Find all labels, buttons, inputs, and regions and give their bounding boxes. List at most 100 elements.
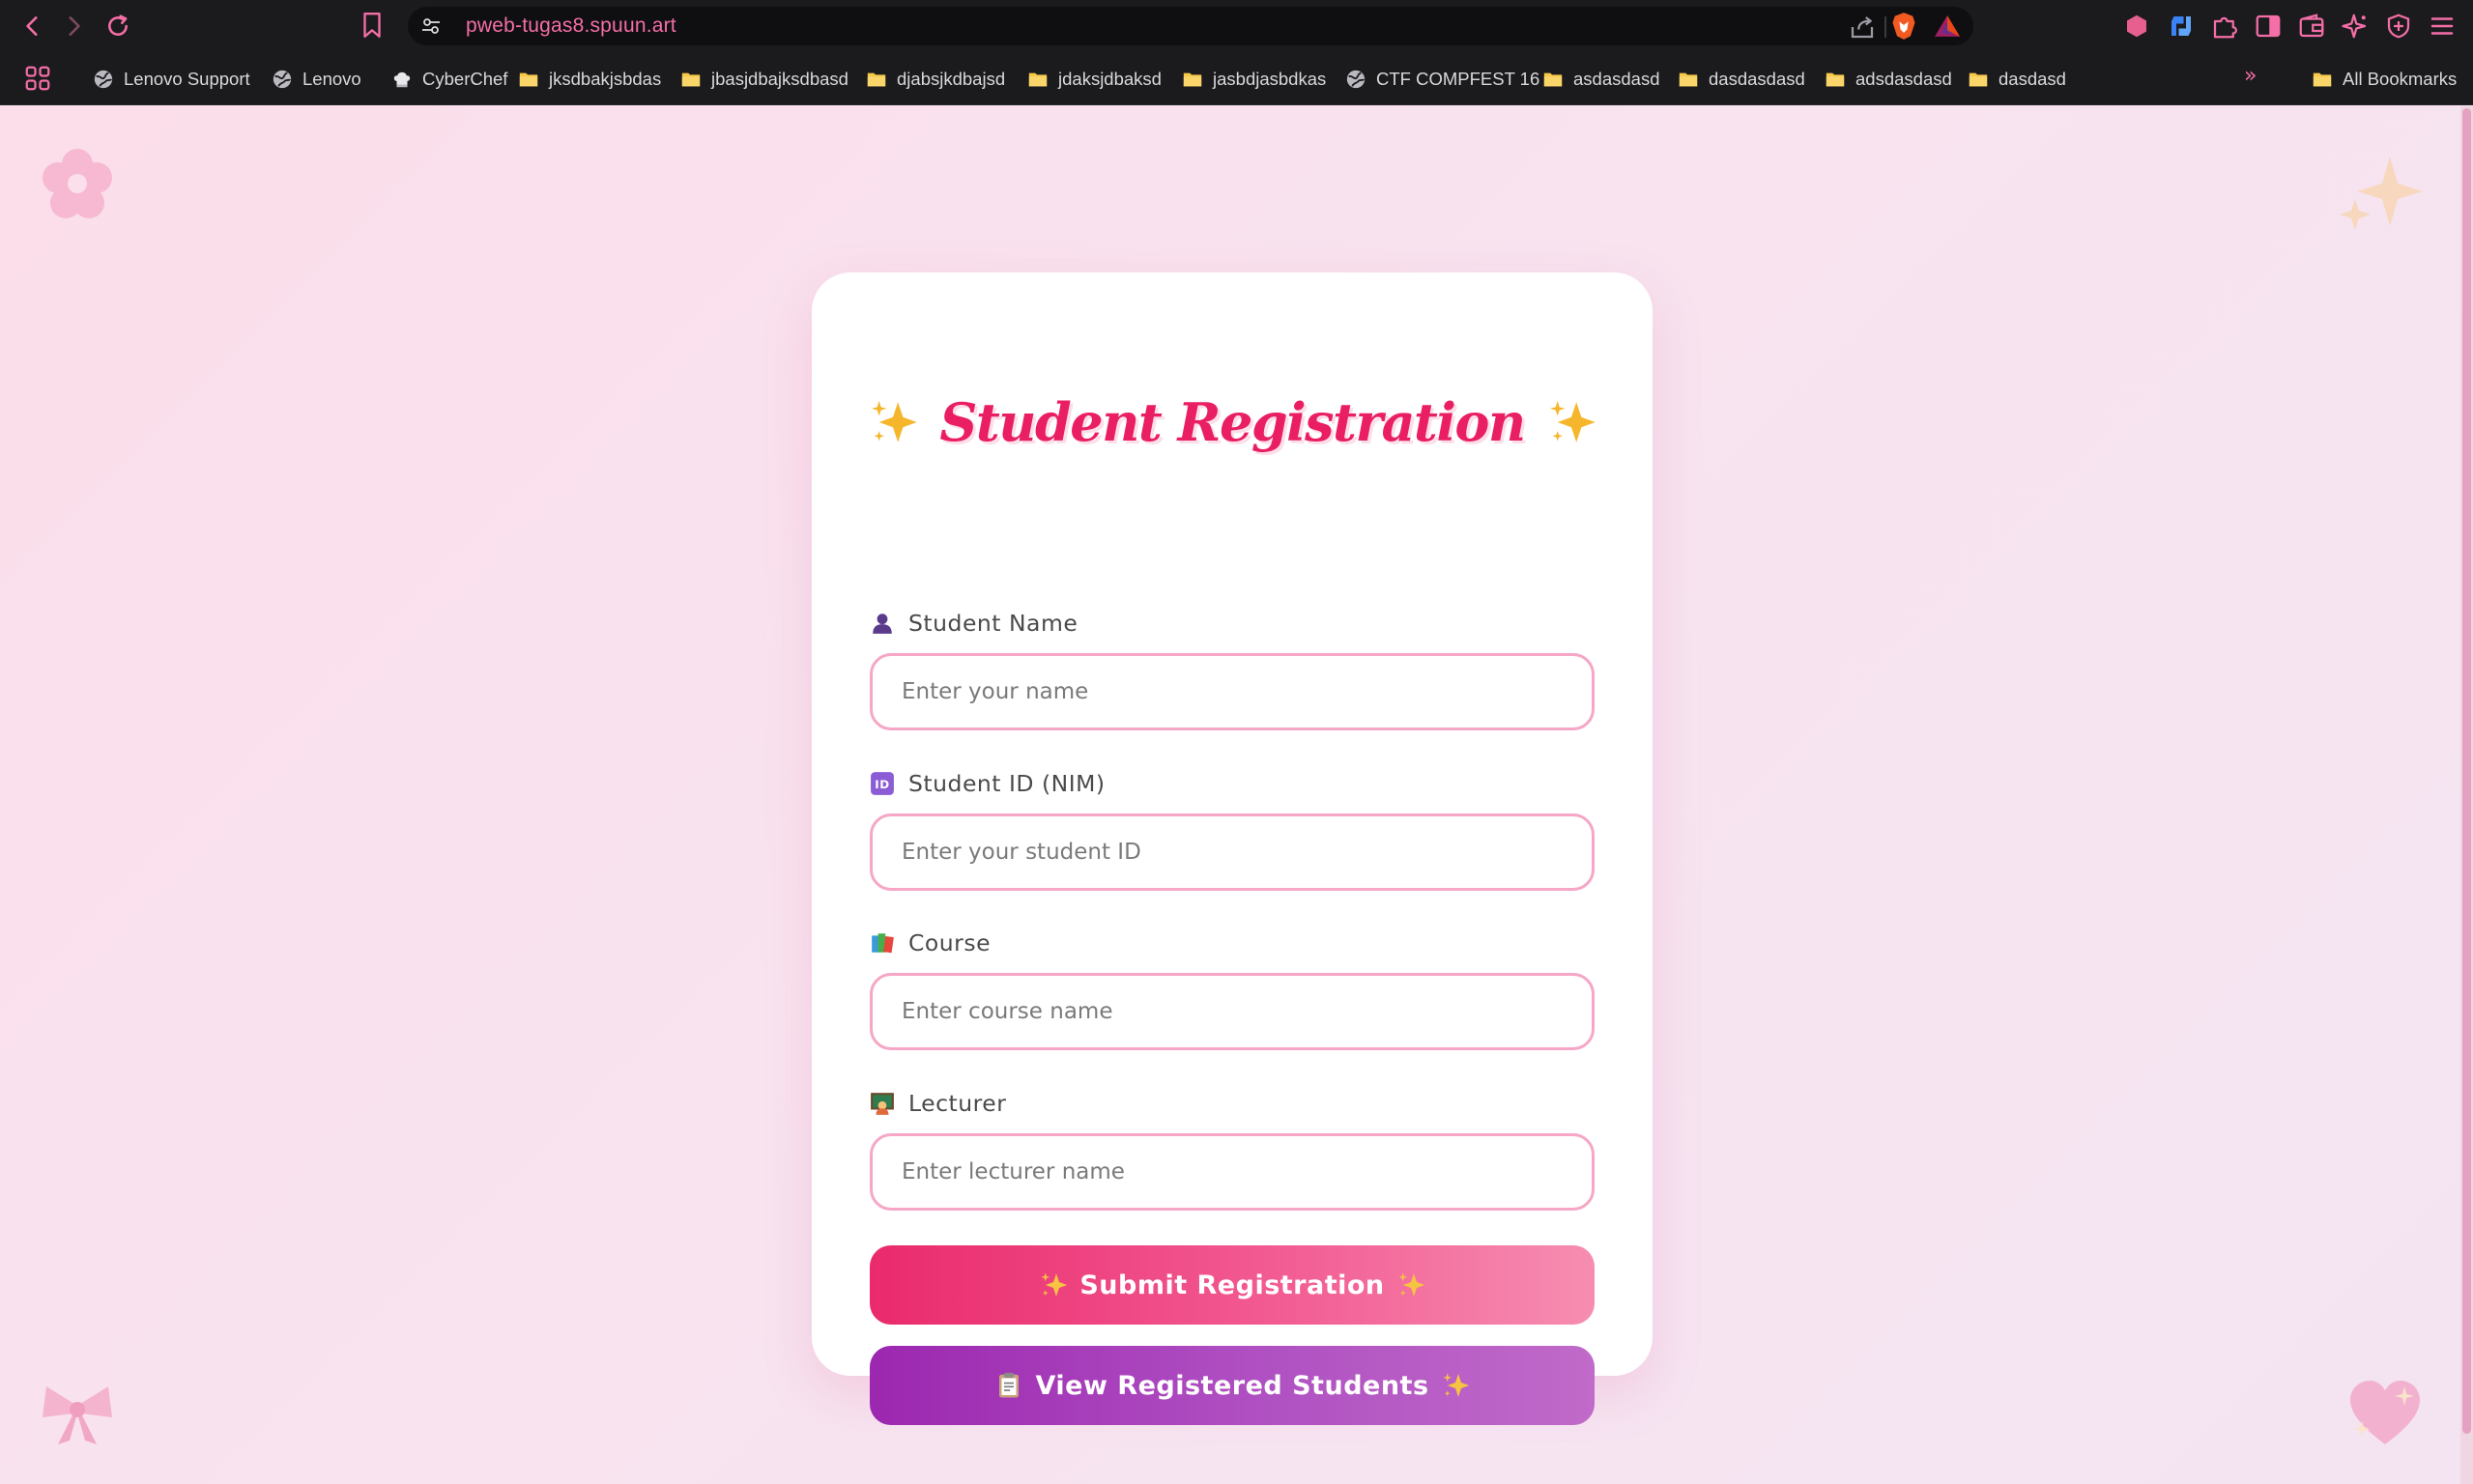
bookmark-label: dasdasdasd bbox=[1709, 69, 1805, 89]
globe-icon bbox=[93, 69, 114, 90]
bookmark-label: CyberChef bbox=[422, 69, 508, 89]
bookmark-label: CTF COMPFEST 16 bbox=[1376, 69, 1540, 89]
sparkle-icon bbox=[1039, 1270, 1068, 1299]
folder-icon bbox=[1968, 69, 1989, 90]
extension-hexagon-icon[interactable] bbox=[2122, 12, 2151, 41]
folder-icon bbox=[1825, 69, 1846, 90]
bookmark-label: Lenovo bbox=[302, 69, 361, 89]
bookmark-item[interactable]: dasdasd bbox=[1968, 66, 2066, 93]
brave-rewards-icon[interactable] bbox=[1933, 14, 1962, 39]
share-icon[interactable] bbox=[1848, 13, 1877, 42]
teacher-icon bbox=[870, 1091, 895, 1116]
label-text: Course bbox=[908, 929, 992, 956]
bookmark-item[interactable]: CTF COMPFEST 16 bbox=[1345, 66, 1539, 93]
url-divider bbox=[1884, 16, 1886, 38]
menu-icon[interactable] bbox=[2428, 12, 2457, 41]
id-badge-icon: ID bbox=[870, 771, 895, 796]
student-name-input[interactable] bbox=[870, 653, 1595, 730]
back-button[interactable] bbox=[15, 9, 50, 43]
chef-hat-icon bbox=[391, 69, 413, 90]
student-name-label: Student Name bbox=[870, 607, 1078, 640]
leo-ai-icon[interactable] bbox=[2341, 12, 2370, 41]
label-text: Lecturer bbox=[908, 1090, 1007, 1117]
bookmark-label: asdasdasd bbox=[1573, 69, 1660, 89]
lecturer-input[interactable] bbox=[870, 1133, 1595, 1211]
bookmark-page-button[interactable] bbox=[359, 11, 390, 42]
submit-label: Submit Registration bbox=[1079, 1270, 1385, 1300]
bookmark-icon bbox=[363, 13, 381, 38]
heart-decoration-icon bbox=[2346, 1378, 2424, 1449]
bookmark-item[interactable]: adsdasdasd bbox=[1825, 66, 1952, 93]
view-registered-students-button[interactable]: View Registered Students bbox=[870, 1346, 1595, 1425]
extension-python-icon[interactable] bbox=[2167, 12, 2196, 41]
bookmark-item[interactable]: jasbdjasbdkas bbox=[1182, 66, 1326, 93]
brave-shields-icon[interactable] bbox=[1890, 12, 1917, 41]
student-id-input[interactable] bbox=[870, 813, 1595, 891]
globe-icon bbox=[1345, 69, 1366, 90]
form-header: Student Registration bbox=[812, 379, 1653, 466]
label-text: Student Name bbox=[908, 610, 1078, 637]
folder-icon bbox=[1027, 69, 1049, 90]
submit-registration-button[interactable]: Submit Registration bbox=[870, 1245, 1595, 1325]
bookmark-item[interactable]: jksdbakjsbdas bbox=[518, 66, 661, 93]
url-text[interactable]: pweb-tugas8.spuun.art bbox=[466, 14, 676, 38]
sidebar-toggle-icon[interactable] bbox=[2254, 12, 2283, 41]
extensions-puzzle-icon[interactable] bbox=[2210, 12, 2239, 41]
view-label: View Registered Students bbox=[1035, 1370, 1429, 1401]
all-bookmarks-label: All Bookmarks bbox=[2343, 69, 2458, 89]
bookmark-label: dasdasd bbox=[1999, 69, 2066, 89]
folder-icon bbox=[1678, 69, 1699, 90]
page-body: Student Registration Student Name ID Stu… bbox=[0, 106, 2460, 1484]
site-settings-icon[interactable] bbox=[419, 14, 443, 38]
bookmark-label: Lenovo Support bbox=[124, 69, 250, 89]
folder-icon bbox=[866, 69, 887, 90]
folder-icon bbox=[680, 69, 702, 90]
ribbon-decoration-icon bbox=[39, 1382, 116, 1449]
bookmark-item[interactable]: jdaksjdbaksd bbox=[1027, 66, 1162, 93]
folder-icon bbox=[1182, 69, 1203, 90]
sparkle-icon bbox=[1441, 1371, 1470, 1400]
bookmark-item[interactable]: asdasdasd bbox=[1542, 66, 1659, 93]
folder-icon bbox=[518, 69, 539, 90]
folder-icon bbox=[1542, 69, 1564, 90]
forward-button[interactable] bbox=[56, 9, 91, 43]
books-icon bbox=[870, 930, 895, 956]
flower-decoration-icon bbox=[39, 145, 116, 222]
browser-toolbar: pweb-tugas8.spuun.art bbox=[0, 0, 2473, 52]
sparkle-icon bbox=[868, 397, 918, 447]
bookmark-label: jbasjdbajksdbasd bbox=[711, 69, 848, 89]
scrollbar-thumb[interactable] bbox=[2462, 108, 2471, 1434]
chevron-left-icon bbox=[26, 16, 38, 36]
bookmark-item[interactable]: Lenovo bbox=[272, 66, 361, 93]
bookmarks-bar: Lenovo Support Lenovo CyberChef jksdbakjsbd… bbox=[0, 52, 2473, 105]
bookmark-item[interactable]: jbasjdbajksdbasd bbox=[680, 66, 848, 93]
sparkle-icon bbox=[1396, 1270, 1425, 1299]
folder-icon bbox=[2312, 69, 2333, 90]
student-id-label: ID Student ID (NIM) bbox=[870, 767, 1106, 800]
course-label: Course bbox=[870, 927, 991, 959]
vpn-shield-icon[interactable] bbox=[2384, 12, 2413, 41]
course-input[interactable] bbox=[870, 973, 1595, 1050]
sparkle-icon bbox=[1546, 397, 1596, 447]
page-title: Student Registration bbox=[939, 391, 1526, 453]
sparkle-decoration-icon bbox=[2339, 153, 2426, 230]
all-bookmarks-folder[interactable]: All Bookmarks bbox=[2312, 66, 2457, 93]
person-icon bbox=[870, 611, 895, 636]
lecturer-label: Lecturer bbox=[870, 1087, 1006, 1120]
reload-icon bbox=[108, 14, 128, 36]
clipboard-icon bbox=[994, 1371, 1023, 1400]
bookmark-item[interactable]: djabsjkdbajsd bbox=[866, 66, 1005, 93]
bookmark-label: jdaksjdbaksd bbox=[1058, 69, 1162, 89]
bookmark-item[interactable]: dasdasdasd bbox=[1678, 66, 1805, 93]
bookmark-item[interactable]: CyberChef bbox=[391, 66, 507, 93]
address-bar[interactable]: pweb-tugas8.spuun.art bbox=[408, 7, 1973, 45]
more-bookmarks-button[interactable]: » bbox=[2244, 64, 2257, 88]
wallet-icon[interactable] bbox=[2297, 12, 2326, 41]
reload-button[interactable] bbox=[101, 9, 135, 43]
bookmark-label: adsdasdasd bbox=[1855, 69, 1952, 89]
globe-icon bbox=[272, 69, 293, 90]
bookmark-label: jasbdjasbdkas bbox=[1213, 69, 1327, 89]
apps-grid-icon[interactable] bbox=[23, 64, 52, 93]
bookmark-item[interactable]: Lenovo Support bbox=[93, 66, 250, 93]
chevron-right-icon bbox=[69, 16, 80, 36]
